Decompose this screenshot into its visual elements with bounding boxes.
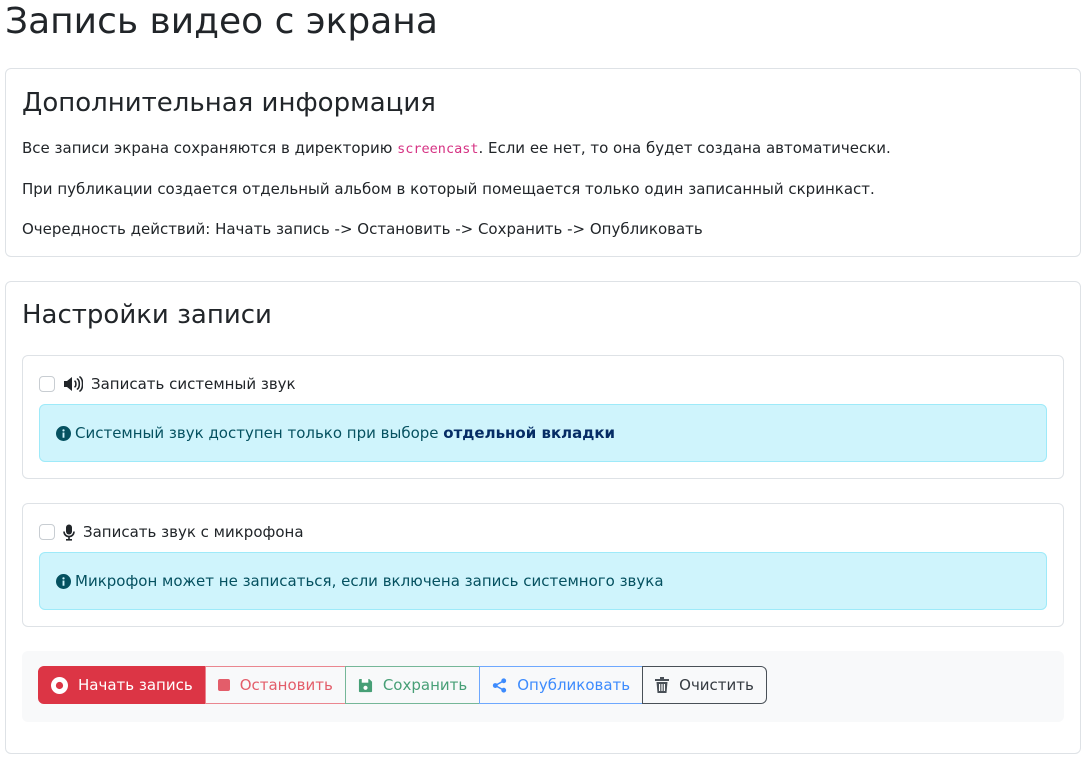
recording-button-group: Начать запись Остановить Сохранить Опубл… [38,666,767,704]
system-audio-alert: Системный звук доступен только при выбор… [39,404,1047,462]
stop-label: Остановить [239,676,333,694]
info-line-1: Все записи экрана сохраняются в директор… [22,138,891,159]
stop-icon [217,679,230,691]
mic-audio-checkbox[interactable] [39,524,55,540]
info-line-1-before: Все записи экрана сохраняются в директор… [22,139,398,157]
system-audio-alert-text: Системный звук доступен только при выбор… [75,424,615,442]
mic-audio-panel: Записать звук с микрофона Микрофон может… [22,503,1064,627]
info-card: Дополнительная информация Все записи экр… [5,68,1081,257]
directory-code: screencast [397,141,479,157]
volume-icon [63,376,83,392]
record-circle-icon [51,676,68,694]
clear-button[interactable]: Очистить [642,666,767,704]
save-button[interactable]: Сохранить [344,666,481,704]
save-label: Сохранить [382,676,468,694]
info-heading: Дополнительная информация [22,88,436,118]
stop-button[interactable]: Остановить [204,666,346,704]
settings-card: Настройки записи Записать системный звук [5,281,1081,754]
system-audio-row: Записать системный звук [39,374,296,394]
trash-icon [655,677,670,693]
microphone-icon [63,524,75,541]
system-audio-alert-bold: отдельной вкладки [443,424,616,442]
publish-button[interactable]: Опубликовать [479,666,644,704]
clear-label: Очистить [679,676,754,694]
mic-audio-label[interactable]: Записать звук с микрофона [83,522,304,542]
system-audio-checkbox[interactable] [39,376,55,392]
system-audio-alert-before: Системный звук доступен только при выбор… [75,424,444,442]
mic-audio-alert-text: Микрофон может не записаться, если включ… [75,572,664,590]
info-line-2: При публикации создается отдельный альбо… [22,180,875,198]
page-title: Запись видео с экрана [5,1,438,42]
system-audio-panel: Записать системный звук Системный звук д… [22,355,1064,479]
save-icon [358,678,373,693]
info-circle-icon [56,425,71,441]
publish-label: Опубликовать [517,676,631,694]
info-line-3: Очередность действий: Начать запись -> О… [22,220,703,238]
start-recording-button[interactable]: Начать запись [38,666,206,704]
recording-toolbar: Начать запись Остановить Сохранить Опубл… [22,651,1064,722]
mic-audio-alert: Микрофон может не записаться, если включ… [39,552,1047,610]
system-audio-label[interactable]: Записать системный звук [91,374,296,394]
share-icon [492,677,507,693]
start-recording-label: Начать запись [78,676,193,694]
mic-audio-row: Записать звук с микрофона [39,522,304,542]
settings-heading: Настройки записи [22,300,272,330]
info-line-1-after: . Если ее нет, то она будет создана авто… [478,139,891,157]
info-circle-icon [56,573,71,589]
